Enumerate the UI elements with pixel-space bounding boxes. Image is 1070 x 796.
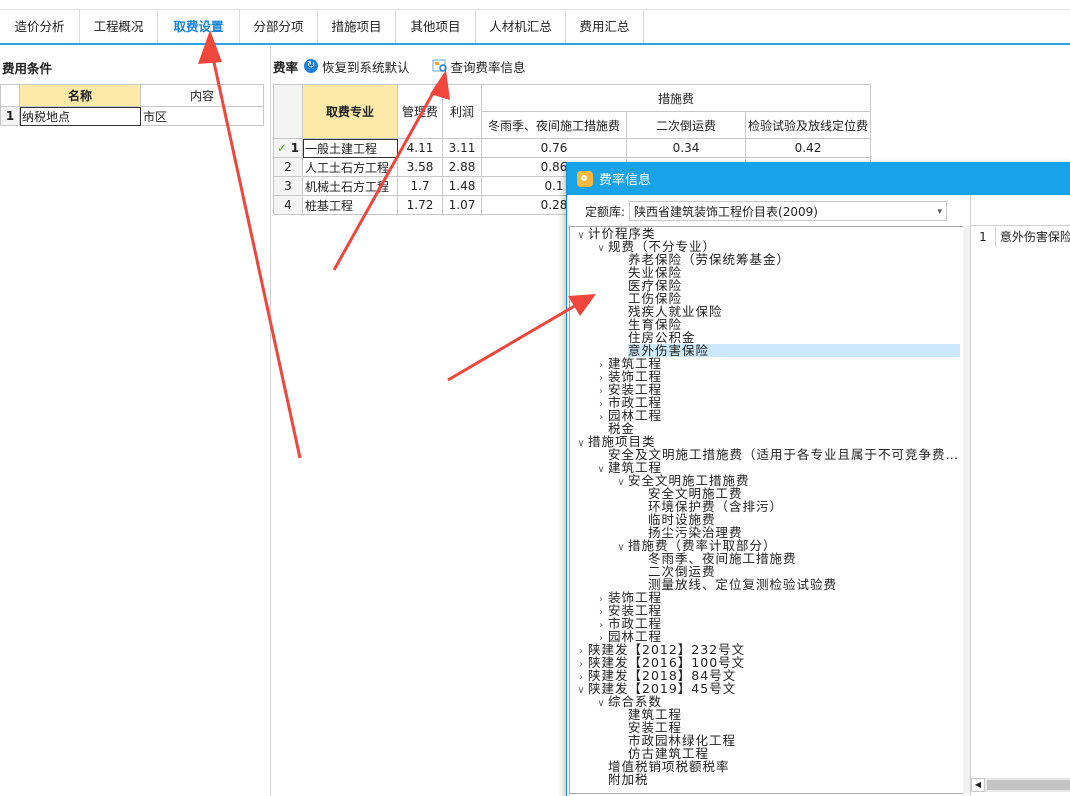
- detail-item: 意外伤害保险: [999, 230, 1070, 244]
- major-cell[interactable]: 人工土石方工程: [302, 157, 398, 177]
- col-measure-group: 措施费: [480, 84, 872, 112]
- profit-cell[interactable]: 1.07: [442, 195, 482, 215]
- tree-node[interactable]: ∨ 安全文明施工措施费: [570, 474, 964, 488]
- condition-name[interactable]: 纳税地点: [19, 106, 141, 126]
- quota-library-row: 定额库: 陕西省建筑装饰工程价目表(2009) ▾: [585, 201, 948, 222]
- col-profit: 利润: [442, 84, 482, 139]
- condition-value[interactable]: 市区: [140, 106, 264, 126]
- query-rate-button[interactable]: 查询费率信息: [451, 57, 526, 76]
- rate-detail-panel: 1 意外伤害保险 ◀: [970, 195, 1070, 796]
- row-number: 1: [971, 227, 996, 247]
- query-rate-icon[interactable]: [432, 59, 448, 73]
- horizontal-scrollbar[interactable]: ◀: [971, 778, 1070, 792]
- tree-node[interactable]: 附加税: [570, 773, 964, 786]
- row-number: ✓ 1: [273, 138, 303, 158]
- app-icon: [577, 170, 593, 187]
- tab-underline: [0, 43, 1070, 45]
- tree-node[interactable]: 环境保护费（含排污）: [570, 500, 964, 513]
- profit-cell[interactable]: 3.11: [442, 138, 482, 158]
- table-row[interactable]: 1 意外伤害保险: [971, 227, 1070, 247]
- rate-label: 费率: [273, 59, 299, 75]
- row-number-text: 1: [290, 141, 300, 155]
- tree-node-label: 附加税: [608, 772, 649, 787]
- tab-3[interactable]: 取费设置: [158, 9, 240, 44]
- tab-4[interactable]: 分部分项: [240, 9, 318, 44]
- scroll-left-icon[interactable]: ◀: [971, 778, 985, 792]
- restore-icon[interactable]: ↻: [304, 59, 319, 73]
- table-row[interactable]: 1 纳税地点 市区: [0, 106, 264, 126]
- col-name: 名称: [19, 84, 141, 107]
- row-number: 1: [0, 106, 20, 126]
- major-cell[interactable]: 机械土石方工程: [302, 176, 398, 196]
- scroll-thumb[interactable]: [987, 780, 1070, 790]
- major-cell[interactable]: 一般土建工程: [302, 138, 398, 158]
- corner-cell: [0, 84, 20, 107]
- col-m1: 冬雨季、夜间施工措施费: [481, 111, 627, 139]
- row-number: 2: [273, 157, 303, 177]
- rate-tree: ∨ 计价程序类 ∨ 规费（不分专业） 养老保险（劳保统筹基金） 失业保险 医疗保险 工伤保险残…: [569, 226, 965, 794]
- tree-node-label: 测量放线、定位复测检验试验费: [648, 577, 838, 592]
- row-number: 4: [273, 195, 303, 215]
- tab-6[interactable]: 其他项目: [396, 9, 476, 44]
- tabs: 造价分析 工程概况 取费设置 分部分项 措施项目 其他项目 人材机汇总 费用汇总: [0, 9, 644, 44]
- tree-node[interactable]: 冬雨季、夜间施工措施费: [570, 552, 964, 565]
- chevron-down-icon[interactable]: ▾: [938, 202, 943, 222]
- dialog-titlebar[interactable]: 费率信息: [567, 162, 1070, 195]
- row-number: 3: [273, 176, 303, 196]
- mgmt-cell[interactable]: 3.58: [397, 157, 443, 177]
- mgmt-cell[interactable]: 1.72: [397, 195, 443, 215]
- tab-2[interactable]: 工程概况: [80, 9, 158, 44]
- quota-library-select[interactable]: 陕西省建筑装饰工程价目表(2009) ▾: [629, 201, 948, 222]
- mgmt-cell[interactable]: 1.7: [397, 176, 443, 196]
- col-content: 内容: [140, 84, 264, 107]
- tab-bar: 造价分析 工程概况 取费设置 分部分项 措施项目 其他项目 人材机汇总 费用汇总: [0, 0, 1070, 45]
- col-major: 取费专业: [302, 84, 398, 139]
- restore-default-button[interactable]: 恢复到系统默认: [322, 57, 410, 76]
- fee-conditions-panel: 费用条件 名称 内容 1 纳税地点 市区: [0, 46, 271, 796]
- dialog-title: 费率信息: [599, 173, 652, 188]
- major-cell[interactable]: 桩基工程: [302, 195, 398, 215]
- detail-header: [971, 198, 1070, 226]
- conditions-table: 名称 内容 1 纳税地点 市区: [0, 84, 264, 126]
- profit-cell[interactable]: 2.88: [442, 157, 482, 177]
- check-icon: ✓: [276, 141, 287, 155]
- quota-library-label: 定额库:: [585, 204, 626, 219]
- tree-node[interactable]: 临时设施费: [570, 513, 964, 526]
- rate-info-dialog: 费率信息 定额库: 陕西省建筑装饰工程价目表(2009) ▾ ∨ 计价程序类 ∨ 规费…: [566, 162, 1070, 796]
- corner-cell: [273, 84, 303, 139]
- tab-1[interactable]: 造价分析: [0, 9, 80, 44]
- tab-7[interactable]: 人材机汇总: [476, 9, 566, 44]
- quota-library-value: 陕西省建筑装饰工程价目表(2009): [634, 205, 818, 219]
- profit-cell[interactable]: 1.48: [442, 176, 482, 196]
- col-m3: 检验试验及放线定位费: [744, 111, 872, 139]
- col-mgmt: 管理费: [397, 84, 443, 139]
- panel-title: 费用条件: [2, 61, 53, 76]
- m2-cell[interactable]: 0.34: [626, 138, 746, 158]
- table-row[interactable]: ✓ 1 一般土建工程 4.11 3.11 0.76 0.34 0.42: [273, 138, 872, 158]
- tree-node-label: 意外伤害保险: [628, 344, 960, 357]
- m1-cell[interactable]: 0.76: [481, 138, 627, 158]
- col-m2: 二次倒运费: [626, 111, 746, 139]
- tab-8[interactable]: 费用汇总: [566, 9, 644, 44]
- tab-5[interactable]: 措施项目: [318, 9, 396, 44]
- mgmt-cell[interactable]: 4.11: [397, 138, 443, 158]
- m3-cell[interactable]: 0.42: [744, 138, 872, 158]
- rate-toolbar: 费率 ↻ 恢复到系统默认 查询费率信息: [273, 55, 526, 77]
